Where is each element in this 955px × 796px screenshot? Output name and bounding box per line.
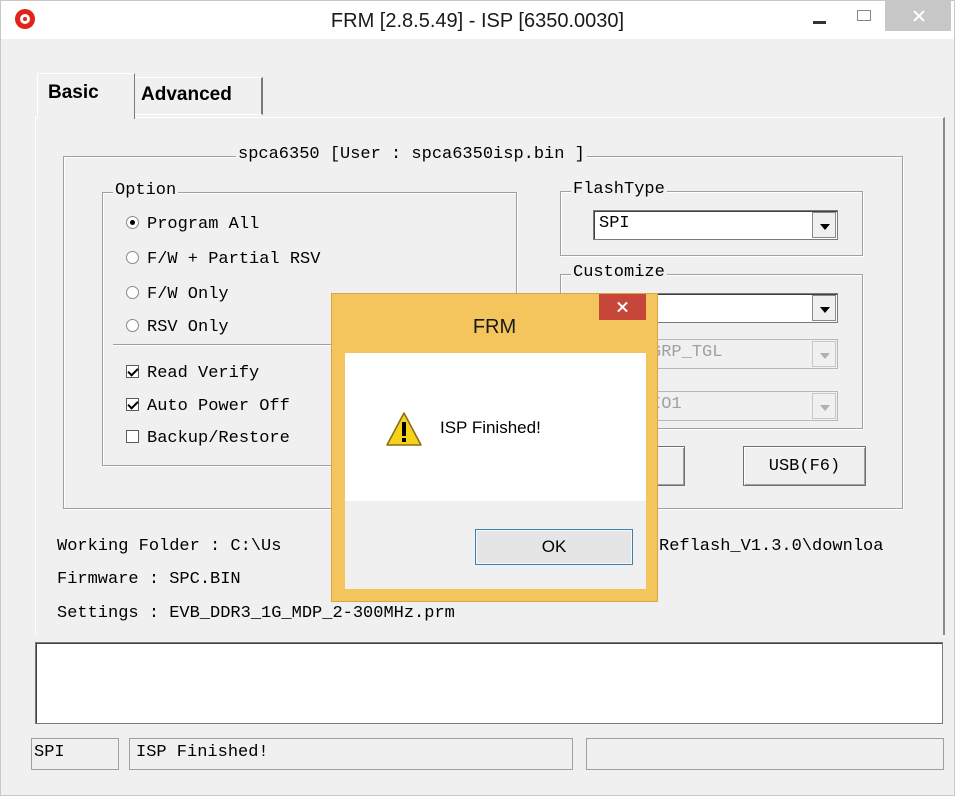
message-dialog: FRM ISP Finished! OK xyxy=(331,293,658,602)
radio-fw-partial-rsv[interactable]: F/W + Partial RSV xyxy=(126,250,320,269)
radio-indicator xyxy=(126,216,139,229)
dialog-footer: OK xyxy=(345,501,646,589)
log-output[interactable] xyxy=(35,642,943,724)
warning-icon xyxy=(386,412,422,446)
checkbox-label: Auto Power Off xyxy=(147,397,290,416)
dialog-message: ISP Finished! xyxy=(440,418,541,437)
minimize-button[interactable] xyxy=(801,1,841,31)
close-button[interactable] xyxy=(885,1,951,31)
radio-label: F/W Only xyxy=(147,285,229,304)
radio-program-all[interactable]: Program All xyxy=(126,215,259,234)
checkbox-indicator xyxy=(126,365,139,378)
flashtype-group-title: FlashType xyxy=(571,180,667,199)
settings-label: Settings : EVB_DDR3_1G_MDP_2-300MHz.prm xyxy=(57,604,455,623)
working-folder-label: Working Folder : C:\Us xyxy=(57,537,282,556)
radio-indicator xyxy=(126,251,139,264)
radio-label: RSV Only xyxy=(147,318,229,337)
title-bar[interactable]: FRM [2.8.5.49] - ISP [6350.0030] xyxy=(1,1,954,39)
status-message: ISP Finished! xyxy=(129,738,573,770)
chip-group-title: spca6350 [User : spca6350isp.bin ] xyxy=(236,145,587,164)
checkbox-indicator xyxy=(126,430,139,443)
flashtype-value: SPI xyxy=(599,214,630,233)
radio-label: F/W + Partial RSV xyxy=(147,250,321,269)
chevron-down-icon[interactable] xyxy=(812,212,836,238)
radio-label: Program All xyxy=(147,215,260,234)
status-extra xyxy=(586,738,944,770)
dialog-body: ISP Finished! xyxy=(345,353,646,501)
chevron-down-icon xyxy=(812,393,836,419)
ok-button[interactable]: OK xyxy=(475,529,633,565)
working-folder-tail: Reflash_V1.3.0\downloa xyxy=(659,537,884,556)
status-flashtype: SPI xyxy=(31,738,119,770)
option-group-title: Option xyxy=(113,181,179,200)
flashtype-select[interactable]: SPI xyxy=(593,210,838,240)
usb-button[interactable]: USB(F6) xyxy=(743,446,866,486)
checkbox-auto-power-off[interactable]: Auto Power Off xyxy=(126,397,290,416)
radio-indicator xyxy=(126,286,139,299)
radio-fw-only[interactable]: F/W Only xyxy=(126,285,229,304)
radio-indicator xyxy=(126,319,139,332)
tab-basic[interactable]: Basic xyxy=(37,73,135,119)
customize-group-title: Customize xyxy=(571,263,667,282)
maximize-button[interactable] xyxy=(843,1,883,31)
chevron-down-icon xyxy=(812,341,836,367)
firmware-label: Firmware : SPC.BIN xyxy=(57,570,241,589)
radio-rsv-only[interactable]: RSV Only xyxy=(126,318,229,337)
checkbox-backup-restore[interactable]: Backup/Restore xyxy=(126,429,290,448)
checkbox-read-verify[interactable]: Read Verify xyxy=(126,364,259,383)
chevron-down-icon[interactable] xyxy=(812,295,836,321)
checkbox-label: Backup/Restore xyxy=(147,429,290,448)
tab-advanced[interactable]: Advanced xyxy=(134,77,263,115)
dialog-close-button[interactable] xyxy=(599,294,646,320)
checkbox-label: Read Verify xyxy=(147,364,260,383)
checkbox-indicator xyxy=(126,398,139,411)
